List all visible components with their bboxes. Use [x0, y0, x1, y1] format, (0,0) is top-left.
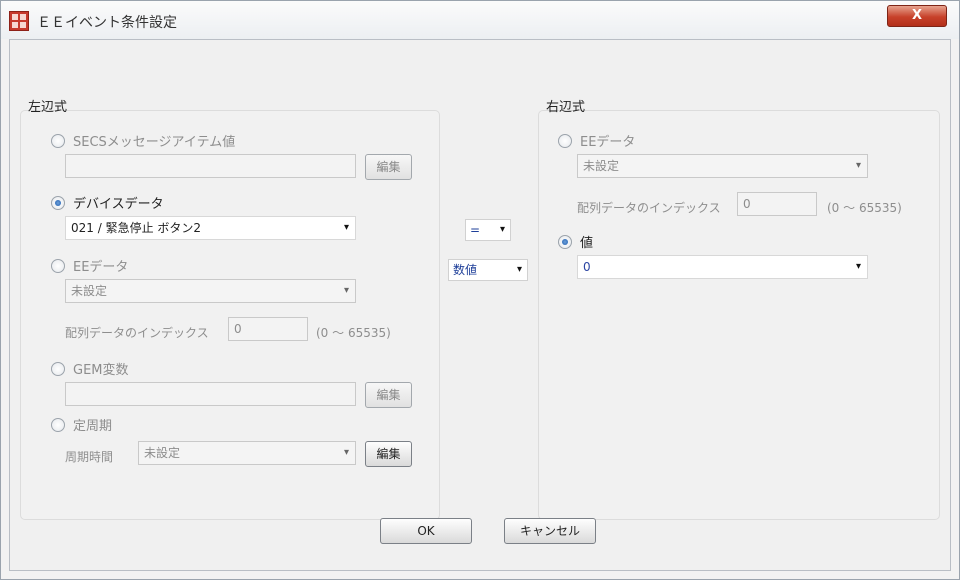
- right-index-range: (0 ～ 65535): [827, 201, 902, 215]
- right-ee-data-combo[interactable]: 未設定 ▾: [577, 154, 868, 178]
- radio-button[interactable]: [51, 258, 65, 273]
- right-index-input[interactable]: 0: [737, 192, 817, 216]
- left-index-range: (0 ～ 65535): [316, 326, 391, 340]
- selected-radio-button[interactable]: [51, 195, 65, 210]
- ee-data-label: EEデータ: [73, 260, 129, 275]
- radio-button[interactable]: [51, 361, 65, 376]
- right-value-combo[interactable]: 0 ▾: [577, 255, 868, 279]
- chevron-down-icon[interactable]: ▾: [500, 220, 505, 240]
- timer-selected: 未設定: [144, 446, 181, 460]
- right-group-title: 右辺式: [546, 100, 586, 115]
- chevron-down-icon[interactable]: ▾: [344, 280, 349, 302]
- radio-button[interactable]: [558, 133, 572, 148]
- close-button[interactable]: X: [887, 5, 947, 27]
- secs-value-field[interactable]: [65, 154, 356, 178]
- right-ee-data-label: EEデータ: [580, 135, 636, 150]
- device-data-combo[interactable]: 021 / 緊急停止 ボタン2 ▾: [65, 216, 356, 240]
- left-secs-radio[interactable]: SECSメッセージアイテム値: [51, 131, 235, 150]
- left-timer-radio[interactable]: 定周期: [51, 415, 112, 434]
- left-gem-radio[interactable]: GEM変数: [51, 359, 129, 378]
- right-value-selected: 0: [583, 260, 591, 274]
- left-group-title: 左辺式: [28, 100, 68, 115]
- radio-button[interactable]: [51, 133, 65, 148]
- secs-edit-button[interactable]: 編集: [365, 154, 412, 180]
- comparison-operator-combo[interactable]: = ▾: [465, 219, 511, 241]
- gem-label: GEM変数: [73, 363, 129, 378]
- timer-period-label: 周期時間: [65, 450, 114, 464]
- chevron-down-icon[interactable]: ▾: [344, 217, 349, 239]
- left-device-radio[interactable]: デバイスデータ: [51, 193, 164, 212]
- timer-edit-button[interactable]: 編集: [365, 441, 412, 467]
- title-bar: ＥＥイベント条件設定 X: [1, 1, 959, 39]
- event-condition-dialog: ＥＥイベント条件設定 X 左辺式 SECSメッセージアイテム値 編集 デバイスデ…: [0, 0, 960, 580]
- left-index-label: 配列データのインデックス: [65, 326, 209, 340]
- dialog-client-area: 左辺式 SECSメッセージアイテム値 編集 デバイスデータ 021 / 緊急停止…: [9, 39, 951, 571]
- timer-label: 定周期: [73, 419, 113, 434]
- ok-button[interactable]: OK: [380, 518, 472, 544]
- value-type-selected: 数値: [453, 263, 478, 277]
- chevron-down-icon[interactable]: ▾: [856, 155, 861, 177]
- device-label: デバイスデータ: [73, 197, 164, 212]
- chevron-down-icon[interactable]: ▾: [344, 442, 349, 464]
- chevron-down-icon[interactable]: ▾: [517, 260, 522, 280]
- close-icon: X: [911, 8, 923, 23]
- device-selected-value: 021 / 緊急停止 ボタン2: [71, 221, 202, 235]
- right-ee-data-radio[interactable]: EEデータ: [558, 131, 635, 150]
- right-value-radio[interactable]: 値: [558, 232, 593, 251]
- left-index-input[interactable]: 0: [228, 317, 308, 341]
- timer-period-combo[interactable]: 未設定 ▾: [138, 441, 356, 465]
- window-title: ＥＥイベント条件設定: [37, 15, 177, 31]
- secs-label: SECSメッセージアイテム値: [73, 135, 236, 150]
- left-ee-data-combo[interactable]: 未設定 ▾: [65, 279, 356, 303]
- right-value-label: 値: [580, 236, 594, 251]
- left-ee-data-selected: 未設定: [71, 284, 108, 298]
- gem-value-field[interactable]: [65, 382, 356, 406]
- value-type-combo[interactable]: 数値 ▾: [448, 259, 528, 281]
- app-icon: [9, 11, 29, 31]
- chevron-down-icon[interactable]: ▾: [856, 256, 861, 278]
- left-ee-data-radio[interactable]: EEデータ: [51, 256, 128, 275]
- gem-edit-button[interactable]: 編集: [365, 382, 412, 408]
- right-ee-data-selected: 未設定: [583, 159, 620, 173]
- cancel-button[interactable]: キャンセル: [504, 518, 596, 544]
- comparison-operator-value: =: [470, 223, 481, 237]
- radio-button[interactable]: [51, 417, 65, 432]
- selected-radio-button[interactable]: [558, 234, 572, 249]
- right-index-label: 配列データのインデックス: [577, 201, 721, 215]
